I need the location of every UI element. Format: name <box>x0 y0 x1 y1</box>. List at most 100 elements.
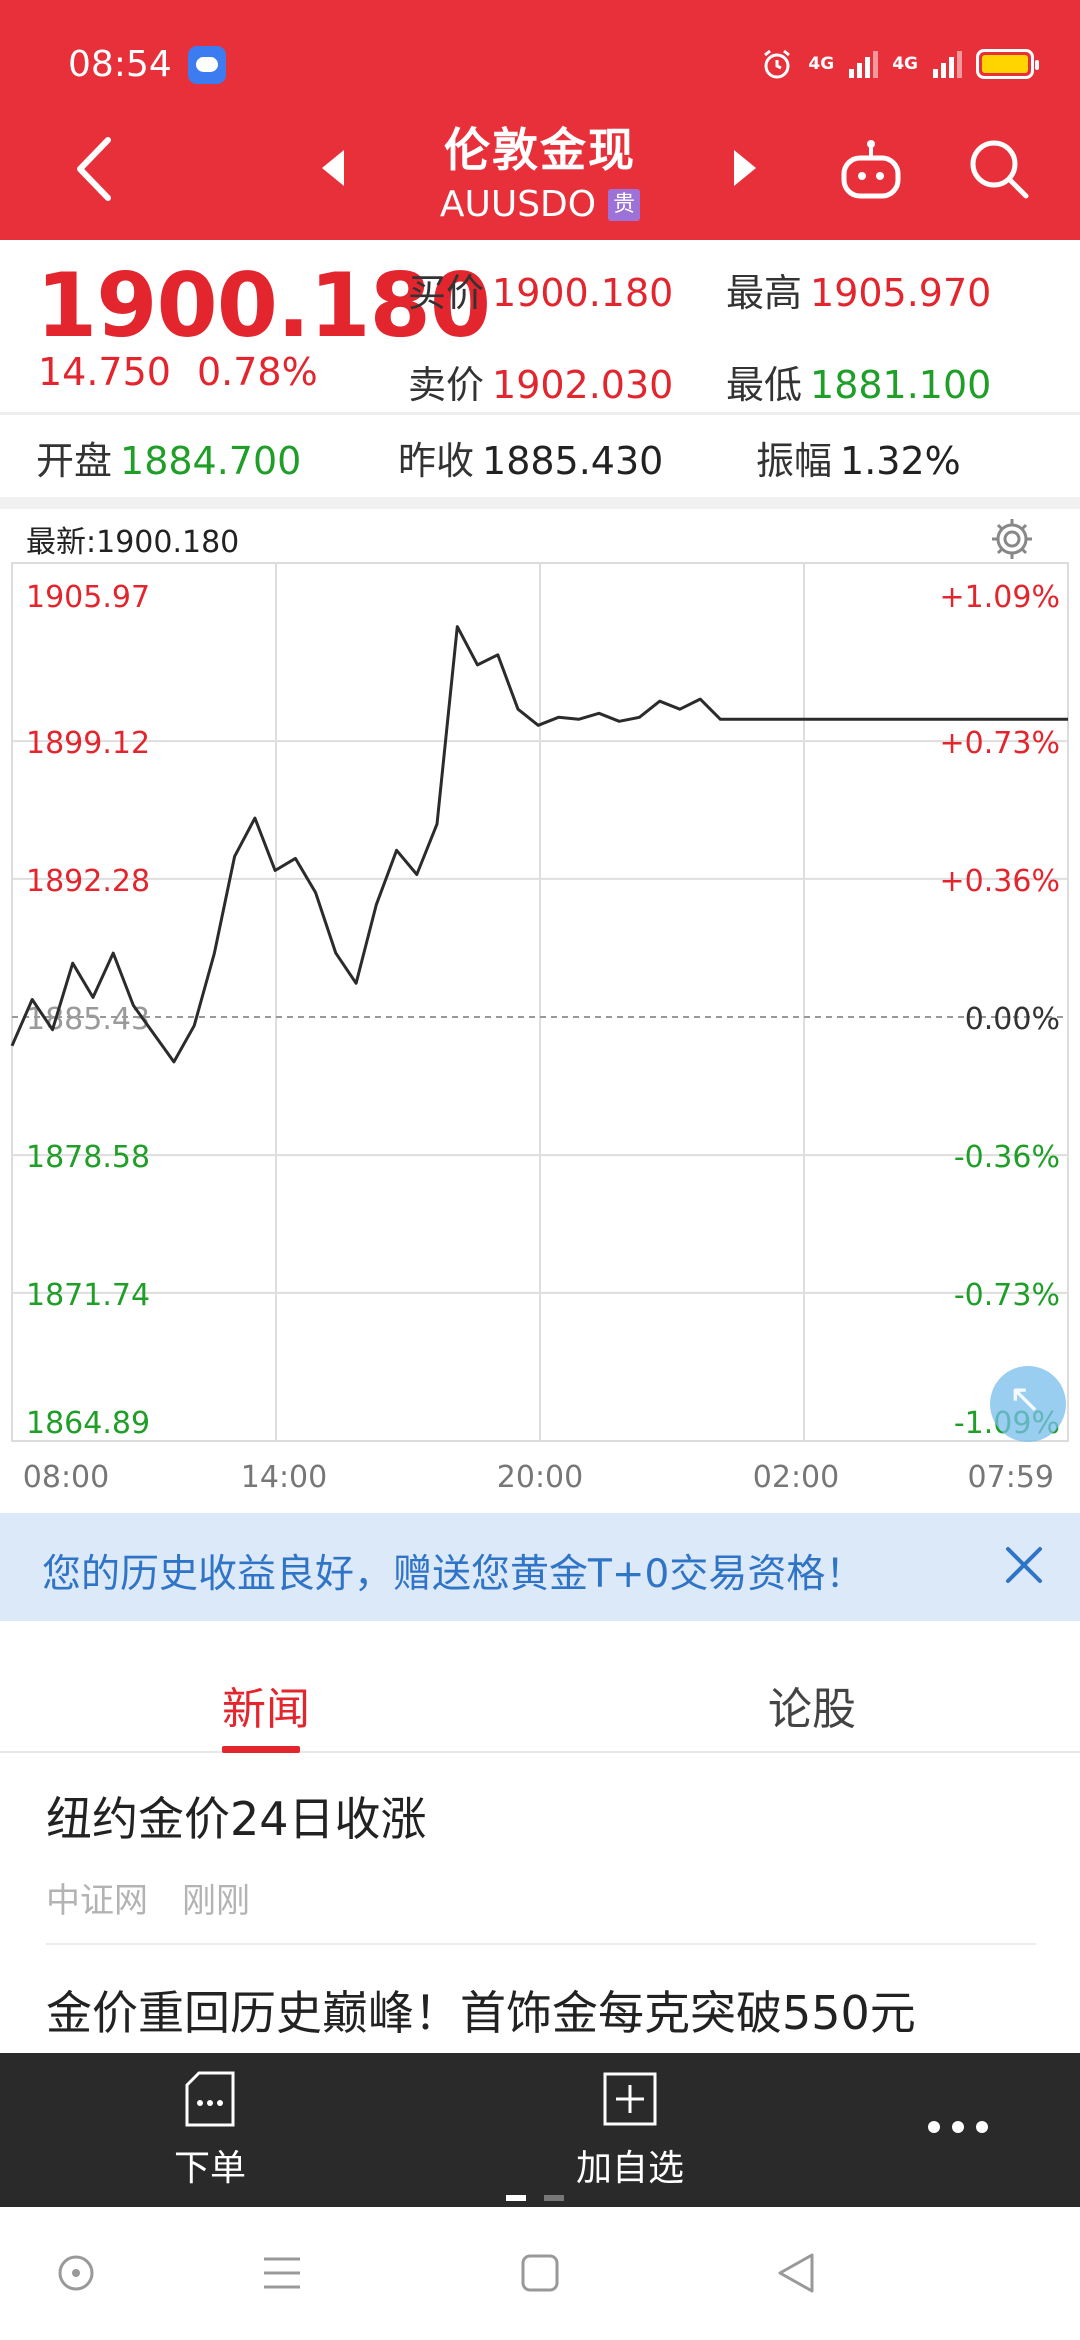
prev-close-value: 1885.430 <box>482 439 664 483</box>
expand-chart-button[interactable] <box>990 1366 1066 1442</box>
add-watchlist-button[interactable]: 加自选 <box>550 2071 710 2191</box>
symbol-row: AUUSDO 贵 <box>300 184 780 225</box>
amplitude-field: 振幅 1.32% <box>756 430 961 485</box>
alarm-icon <box>764 49 791 79</box>
intraday-chart[interactable]: 1905.97 +1.09% 1899.12 +0.73% 1892.28 +0.36% 1… <box>0 509 1080 1509</box>
promo-text[interactable]: 您的历史收益良好，赠送您黄金T+0交易资格！ <box>42 1543 864 1599</box>
order-label: 下单 <box>173 2148 246 2189</box>
ask-label: 卖价 <box>408 363 485 407</box>
low-field: 最低 1881.100 <box>726 354 991 409</box>
open-value: 1884.700 <box>120 439 302 483</box>
watchlist-label: 加自选 <box>575 2148 684 2189</box>
section-separator <box>0 497 1080 509</box>
news-meta: 中证网 刚刚 <box>46 1873 1036 1922</box>
bid-value: 1900.180 <box>492 271 674 315</box>
ask-field: 卖价 1902.030 <box>408 354 673 409</box>
symbol-code: AUUSDO <box>439 184 597 225</box>
page-indicator <box>506 2195 564 2201</box>
page-dot <box>544 2195 564 2201</box>
open-label: 开盘 <box>36 439 113 483</box>
bid-label: 买价 <box>408 271 485 315</box>
category-tag: 贵 <box>608 188 641 221</box>
add-square-icon <box>603 2072 657 2126</box>
y-axis-percent-label: -0.36% <box>954 1140 1060 1175</box>
recents-square-icon[interactable] <box>520 2253 560 2293</box>
signal-icon-1 <box>849 51 879 78</box>
amplitude-label: 振幅 <box>756 439 833 483</box>
status-icons: 4G 4G <box>760 44 1039 84</box>
amplitude-value: 1.32% <box>840 439 961 483</box>
home-circle-icon[interactable] <box>56 2253 96 2293</box>
order-document-icon <box>185 2071 235 2127</box>
news-item[interactable]: 纽约金价24日收涨 中证网 刚刚 <box>46 1783 1036 1922</box>
battery-icon <box>976 49 1039 79</box>
menu-icon[interactable] <box>262 2255 302 2291</box>
change-row: 14.750 0.78% <box>38 350 318 394</box>
status-bar: 08:54 4G 4G <box>0 0 1080 110</box>
active-tab-indicator <box>222 1746 300 1753</box>
quote-panel: 1900.180 14.750 0.78% 买价 1900.180 卖价 1902.… <box>0 240 1080 495</box>
x-axis-tick-label: 20:00 <box>497 1460 583 1495</box>
news-title[interactable]: 纽约金价24日收涨 <box>46 1783 1036 1849</box>
news-title[interactable]: 金价重回历史巅峰！首饰金每克突破550元 <box>46 1977 1036 2043</box>
high-value: 1905.970 <box>810 271 992 315</box>
page-dot-active <box>506 2195 526 2201</box>
message-app-icon <box>188 46 226 84</box>
x-axis-tick-label: 02:00 <box>753 1460 839 1495</box>
settings-gear-icon[interactable] <box>988 515 1036 563</box>
y-axis-tick-label: 1905.97 <box>26 580 150 615</box>
tab-discussion[interactable]: 论股 <box>768 1673 856 1737</box>
news-time: 刚刚 <box>182 1881 250 1921</box>
y-axis-percent-label: -0.73% <box>954 1278 1060 1313</box>
x-axis-tick-label: 14:00 <box>241 1460 327 1495</box>
tab-news[interactable]: 新闻 <box>222 1673 310 1737</box>
header: 08:54 4G 4G 伦敦金现 AUUSDO 贵 <box>0 0 1080 240</box>
status-time: 08:54 <box>68 44 172 85</box>
close-icon[interactable] <box>1002 1543 1046 1587</box>
y-axis-tick-label: 1878.58 <box>26 1140 150 1175</box>
page-title: 伦敦金现 <box>444 123 636 177</box>
nav-bar: 伦敦金现 AUUSDO 贵 <box>0 110 1080 240</box>
low-label: 最低 <box>726 363 803 407</box>
promo-banner[interactable]: 您的历史收益良好，赠送您黄金T+0交易资格！ <box>0 1513 1080 1621</box>
y-axis-percent-label: 0.00% <box>965 1002 1060 1037</box>
back-triangle-icon[interactable] <box>776 2251 816 2295</box>
bottom-action-bar: 下单 加自选 <box>0 2053 1080 2207</box>
more-icon[interactable] <box>926 2117 990 2137</box>
high-field: 最高 1905.970 <box>726 262 991 317</box>
quote-divider <box>0 412 1080 415</box>
news-divider <box>46 1943 1036 1945</box>
y-axis-percent-label: +1.09% <box>940 580 1060 615</box>
open-field: 开盘 1884.700 <box>36 430 301 485</box>
low-value: 1881.100 <box>810 363 992 407</box>
next-symbol-icon[interactable] <box>730 148 760 188</box>
news-item[interactable]: 金价重回历史巅峰！首饰金每克突破550元 <box>46 1977 1036 2043</box>
signal-icon-2 <box>933 51 962 78</box>
back-icon[interactable] <box>70 134 120 204</box>
prev-close-field: 昨收 1885.430 <box>398 430 663 485</box>
change-percent: 0.78% <box>196 350 318 394</box>
x-axis-tick-label: 08:00 <box>23 1460 109 1495</box>
prev-close-label: 昨收 <box>398 439 475 483</box>
y-axis-percent-label: +0.73% <box>940 726 1060 761</box>
y-axis-tick-label: 1871.74 <box>26 1278 150 1313</box>
system-navigation-bar <box>0 2207 1080 2340</box>
latest-price-label: 最新:1900.180 <box>26 525 240 560</box>
signal-label-1: 4G <box>808 54 835 74</box>
bid-field: 买价 1900.180 <box>408 262 673 317</box>
y-axis-tick-label: 1864.89 <box>26 1406 150 1441</box>
robot-assistant-icon[interactable] <box>838 140 904 206</box>
order-button[interactable]: 下单 <box>130 2071 290 2191</box>
high-label: 最高 <box>726 271 803 315</box>
y-axis-percent-label: +0.36% <box>940 864 1060 899</box>
content-tabs: 新闻 论股 <box>0 1633 1080 1753</box>
news-source: 中证网 <box>46 1881 148 1921</box>
search-icon[interactable] <box>966 136 1032 202</box>
intraday-chart-area[interactable]: 1905.97 +1.09% 1899.12 +0.73% 1892.28 +0.36% 1… <box>0 509 1080 1509</box>
y-axis-tick-label: 1899.12 <box>26 726 150 761</box>
change-value: 14.750 <box>38 350 171 394</box>
x-axis-tick-label: 07:59 <box>968 1460 1054 1495</box>
ask-value: 1902.030 <box>492 363 674 407</box>
title-block: 伦敦金现 AUUSDO 贵 <box>300 114 780 225</box>
signal-label-2: 4G <box>892 54 918 74</box>
